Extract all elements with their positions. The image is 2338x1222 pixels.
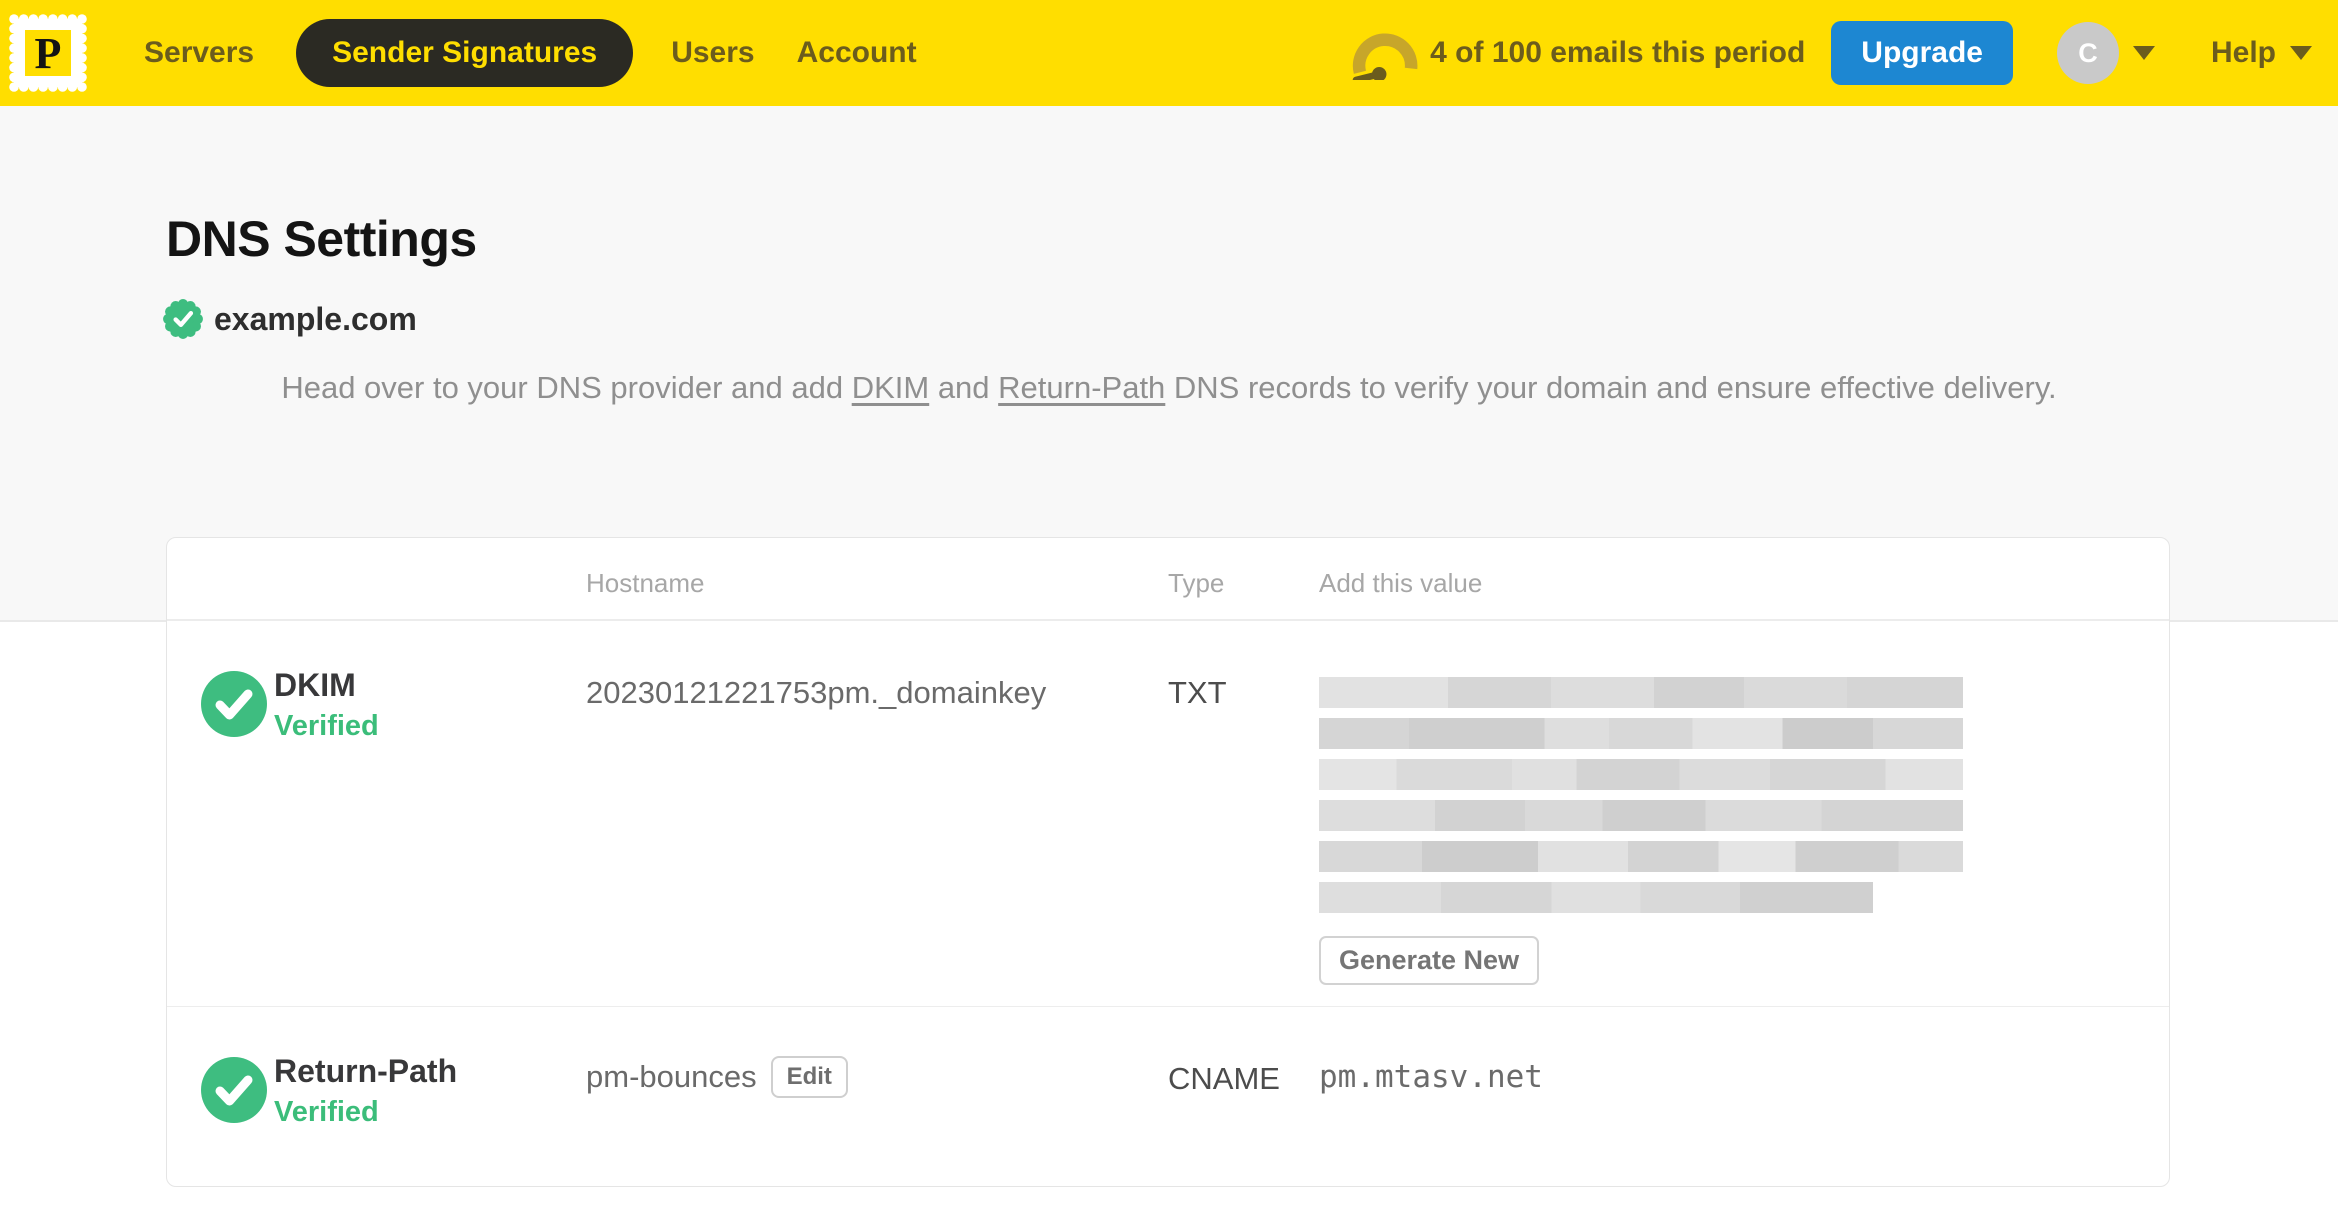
return-path-record-type: CNAME bbox=[1168, 1061, 1280, 1096]
logo-letter: P bbox=[35, 29, 62, 78]
intro-part2: and bbox=[929, 370, 999, 405]
column-header-add-value: Add this value bbox=[1319, 568, 1483, 598]
redacted-line bbox=[1319, 882, 1873, 913]
usage-count-text: 4 of 100 emails this period bbox=[1430, 36, 1806, 69]
dkim-link[interactable]: DKIM bbox=[852, 370, 930, 405]
redacted-line bbox=[1319, 759, 1963, 790]
verified-domain: example.com bbox=[162, 298, 417, 340]
redacted-line bbox=[1319, 718, 1963, 749]
main-content: DNS Settings example.com Head over to yo… bbox=[0, 106, 2338, 1222]
dkim-verified-check-icon bbox=[201, 671, 267, 737]
postmark-logo-icon[interactable]: P bbox=[8, 13, 88, 93]
nav-item-account[interactable]: Account bbox=[797, 36, 917, 70]
return-path-link[interactable]: Return-Path bbox=[998, 370, 1165, 405]
status-badge: Verified bbox=[274, 1096, 379, 1128]
avatar[interactable]: C bbox=[2056, 22, 2119, 84]
dkim-hostname: 20230121221753pm._domainkey bbox=[586, 675, 1047, 710]
top-nav: P Servers Sender Signatures Users Accoun… bbox=[0, 0, 2338, 106]
generate-new-button[interactable]: Generate New bbox=[1319, 936, 1540, 985]
intro-part3: DNS records to verify your domain and en… bbox=[1165, 370, 2057, 405]
redacted-line bbox=[1319, 677, 1963, 708]
help-label: Help bbox=[2210, 36, 2276, 69]
usage-gauge-icon bbox=[1350, 26, 1420, 84]
return-path-hostname-cell: pm-bounces Edit bbox=[586, 1056, 848, 1098]
record-name: Return-Path bbox=[274, 1053, 458, 1089]
return-path-hostname: pm-bounces bbox=[586, 1059, 757, 1094]
dkim-value-redacted-block: Generate New bbox=[1319, 677, 1963, 985]
avatar-chevron-down-icon[interactable] bbox=[2132, 46, 2155, 60]
redacted-line bbox=[1319, 841, 1963, 872]
column-header-hostname: Hostname bbox=[586, 568, 705, 598]
help-chevron-down-icon bbox=[2290, 46, 2312, 60]
return-path-verified-check-icon bbox=[201, 1057, 267, 1123]
domain-name: example.com bbox=[214, 300, 417, 337]
page-title: DNS Settings bbox=[166, 211, 477, 267]
column-header-type: Type bbox=[1168, 568, 1225, 598]
edit-button[interactable]: Edit bbox=[770, 1056, 848, 1098]
redacted-line bbox=[1319, 800, 1963, 831]
nav-right-group: 4 of 100 emails this period Upgrade C He… bbox=[1350, 21, 2312, 85]
intro-text: Head over to your DNS provider and add D… bbox=[167, 364, 2171, 412]
help-menu[interactable]: Help bbox=[2211, 36, 2312, 70]
upgrade-button[interactable]: Upgrade bbox=[1831, 21, 2013, 85]
return-path-value: pm.mtasv.net bbox=[1319, 1059, 1543, 1095]
row-divider bbox=[167, 1006, 2169, 1007]
record-name: DKIM bbox=[274, 667, 356, 703]
intro-part1: Head over to your DNS provider and add bbox=[281, 370, 852, 405]
status-badge: Verified bbox=[274, 710, 379, 742]
table-header-row: Hostname Type Add this value bbox=[167, 538, 2169, 621]
nav-item-users[interactable]: Users bbox=[671, 36, 754, 70]
nav-item-servers[interactable]: Servers bbox=[144, 36, 254, 70]
dkim-record-type: TXT bbox=[1168, 675, 1227, 710]
verified-seal-icon bbox=[162, 298, 204, 340]
dns-records-card: Hostname Type Add this value DKIM Verifi… bbox=[166, 537, 2170, 1187]
nav-item-sender-signatures-active[interactable]: Sender Signatures bbox=[296, 19, 634, 87]
